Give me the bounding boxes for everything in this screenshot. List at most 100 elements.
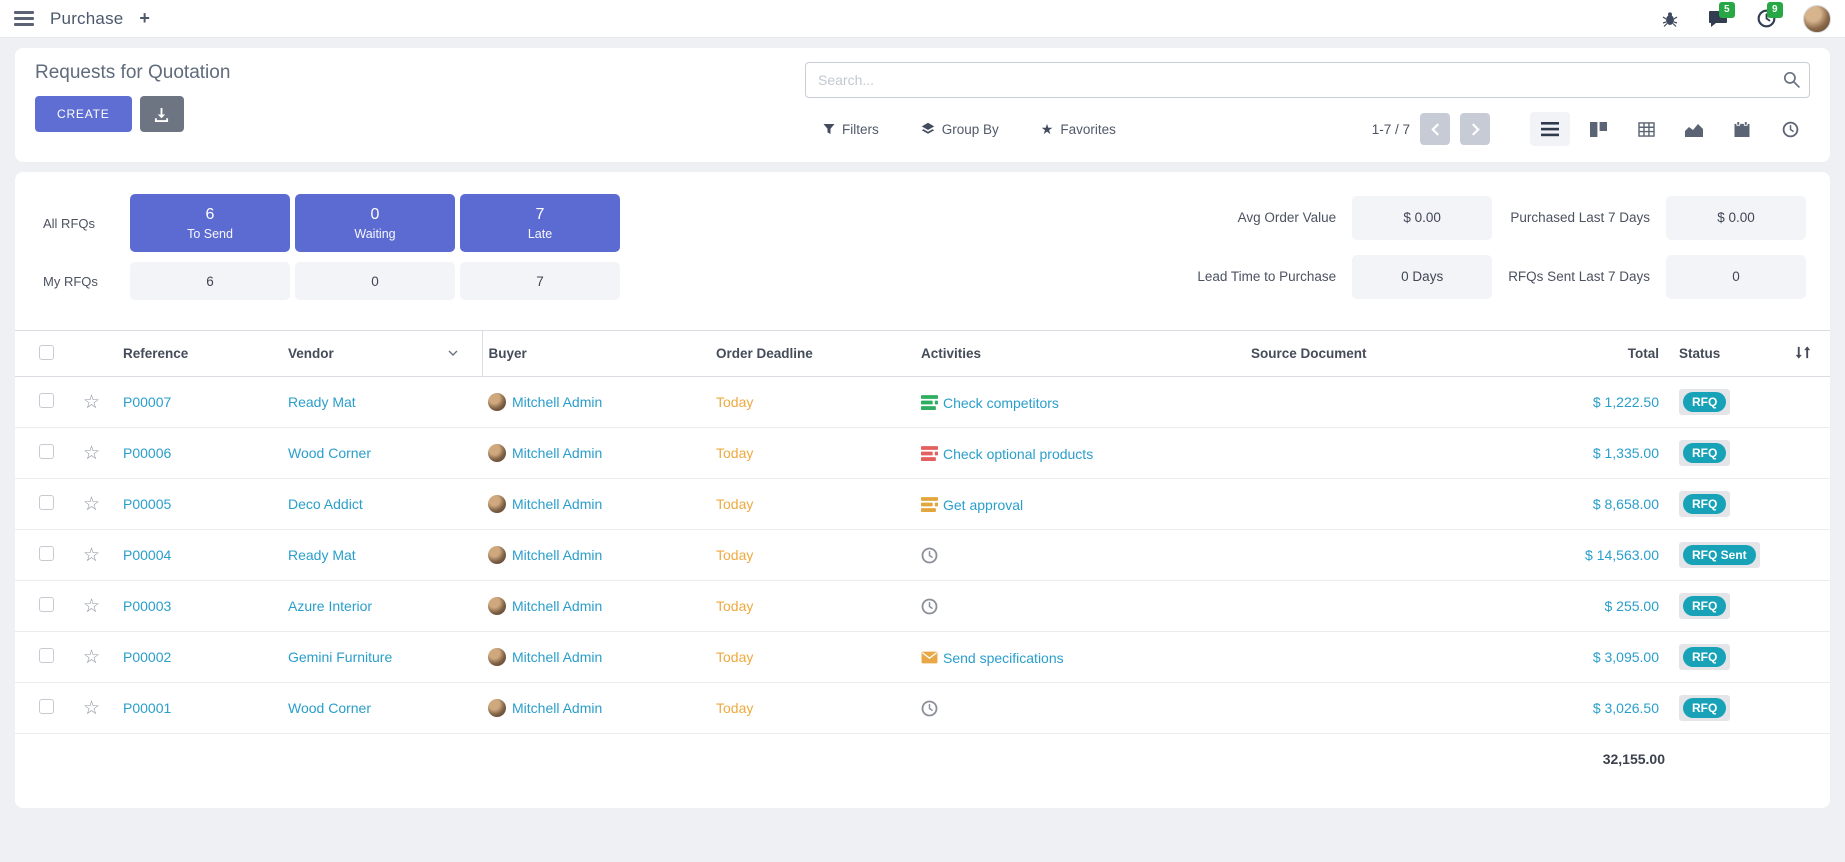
stat-waiting[interactable]: 0 Waiting <box>295 194 455 252</box>
buyer-avatar <box>488 648 506 666</box>
row-reference[interactable]: P00004 <box>123 547 171 563</box>
table-row[interactable]: ☆ P00006 Wood Corner Mitchell Admin Today Che… <box>15 428 1830 479</box>
envelope-icon[interactable] <box>921 649 938 666</box>
stat-my-waiting[interactable]: 0 <box>295 262 455 300</box>
header-status[interactable]: Status <box>1665 331 1770 377</box>
favorite-star-icon[interactable]: ☆ <box>83 647 100 668</box>
apps-menu-icon[interactable] <box>14 11 34 26</box>
row-buyer[interactable]: Mitchell Admin <box>512 394 602 410</box>
stat-my-to-send[interactable]: 6 <box>130 262 290 300</box>
clock-icon[interactable] <box>921 598 938 615</box>
table-row[interactable]: ☆P00004Ready MatMitchell AdminToday$ 14,… <box>15 530 1830 581</box>
pager-previous-button[interactable] <box>1420 113 1450 145</box>
row-checkbox[interactable] <box>39 444 54 459</box>
row-reference[interactable]: P00001 <box>123 700 171 716</box>
export-button[interactable] <box>140 96 184 132</box>
new-tab-button[interactable]: + <box>139 8 150 29</box>
favorite-star-icon[interactable]: ☆ <box>83 443 100 464</box>
row-checkbox[interactable] <box>39 393 54 408</box>
graph-view-icon[interactable] <box>1674 112 1714 146</box>
row-vendor[interactable]: Gemini Furniture <box>288 649 392 665</box>
row-buyer[interactable]: Mitchell Admin <box>512 649 602 665</box>
filters-button[interactable]: Filters <box>823 122 879 137</box>
header-buyer[interactable]: Buyer <box>482 331 710 377</box>
app-name[interactable]: Purchase <box>50 9 123 29</box>
view-switcher <box>1530 112 1810 146</box>
activities-clock-icon[interactable]: 9 <box>1755 8 1777 30</box>
row-vendor[interactable]: Wood Corner <box>288 445 371 461</box>
row-buyer[interactable]: Mitchell Admin <box>512 496 602 512</box>
activity-label[interactable]: Check competitors <box>943 395 1059 411</box>
row-checkbox[interactable] <box>39 648 54 663</box>
search-icon[interactable] <box>1783 71 1800 93</box>
status-badge: RFQ <box>1679 644 1730 670</box>
table-row[interactable]: ☆P00001Wood CornerMitchell AdminToday$ 3… <box>15 683 1830 734</box>
row-buyer[interactable]: Mitchell Admin <box>512 700 602 716</box>
user-avatar[interactable] <box>1803 5 1831 33</box>
stat-late[interactable]: 7 Late <box>460 194 620 252</box>
table-row[interactable]: ☆ P00005 Deco Addict Mitchell Admin Today Get… <box>15 479 1830 530</box>
header-vendor[interactable]: Vendor <box>282 331 482 377</box>
row-checkbox[interactable] <box>39 597 54 612</box>
kanban-view-icon[interactable] <box>1578 112 1618 146</box>
status-badge: RFQ <box>1679 491 1730 517</box>
calendar-view-icon[interactable] <box>1722 112 1762 146</box>
favorite-star-icon[interactable]: ☆ <box>83 494 100 515</box>
create-button[interactable]: CREATE <box>35 96 132 132</box>
row-checkbox[interactable] <box>39 495 54 510</box>
messages-icon[interactable]: 5 <box>1707 8 1729 30</box>
row-vendor[interactable]: Azure Interior <box>288 598 372 614</box>
tasks-icon[interactable] <box>921 394 938 411</box>
pivot-view-icon[interactable] <box>1626 112 1666 146</box>
row-buyer[interactable]: Mitchell Admin <box>512 445 602 461</box>
activity-label[interactable]: Get approval <box>943 497 1023 513</box>
row-deadline: Today <box>716 547 753 563</box>
tasks-icon[interactable] <box>921 496 938 513</box>
row-vendor[interactable]: Wood Corner <box>288 700 371 716</box>
row-reference[interactable]: P00005 <box>123 496 171 512</box>
favorite-star-icon[interactable]: ☆ <box>83 596 100 617</box>
row-reference[interactable]: P00003 <box>123 598 171 614</box>
stat-my-late[interactable]: 7 <box>460 262 620 300</box>
adjust-columns-icon[interactable] <box>1795 348 1810 363</box>
debug-icon[interactable] <box>1659 8 1681 30</box>
header-activities[interactable]: Activities <box>915 331 1245 377</box>
row-buyer[interactable]: Mitchell Admin <box>512 598 602 614</box>
activity-label[interactable]: Check optional products <box>943 446 1093 462</box>
tasks-icon[interactable] <box>921 445 938 462</box>
stat-to-send[interactable]: 6 To Send <box>130 194 290 252</box>
favorites-button[interactable]: ★ Favorites <box>1041 122 1116 137</box>
clock-icon[interactable] <box>921 700 938 717</box>
row-vendor[interactable]: Deco Addict <box>288 496 363 512</box>
row-reference[interactable]: P00006 <box>123 445 171 461</box>
search-input[interactable] <box>805 62 1810 98</box>
row-vendor[interactable]: Ready Mat <box>288 394 356 410</box>
favorite-star-icon[interactable]: ☆ <box>83 698 100 719</box>
list-view-icon[interactable] <box>1530 112 1570 146</box>
row-vendor[interactable]: Ready Mat <box>288 547 356 563</box>
row-buyer[interactable]: Mitchell Admin <box>512 547 602 563</box>
row-reference[interactable]: P00002 <box>123 649 171 665</box>
header-total[interactable]: Total <box>1535 331 1665 377</box>
favorite-star-icon[interactable]: ☆ <box>83 392 100 413</box>
row-checkbox[interactable] <box>39 699 54 714</box>
activity-view-icon[interactable] <box>1770 112 1810 146</box>
group-by-button[interactable]: Group By <box>921 122 999 137</box>
header-source-document[interactable]: Source Document <box>1245 331 1535 377</box>
activity-label[interactable]: Send specifications <box>943 650 1064 666</box>
favorite-star-icon[interactable]: ☆ <box>83 545 100 566</box>
row-deadline: Today <box>716 496 753 512</box>
row-checkbox[interactable] <box>39 546 54 561</box>
table-row[interactable]: ☆P00007Ready MatMitchell AdminTodayCheck… <box>15 377 1830 428</box>
pager-next-button[interactable] <box>1460 113 1490 145</box>
clock-icon[interactable] <box>921 547 938 564</box>
row-deadline: Today <box>716 445 753 461</box>
select-all-checkbox[interactable] <box>39 345 54 360</box>
row-reference[interactable]: P00007 <box>123 394 171 410</box>
header-reference[interactable]: Reference <box>117 331 282 377</box>
table-row[interactable]: ☆P00003Azure InteriorMitchell AdminToday… <box>15 581 1830 632</box>
table-footer-row: 32,155.00 <box>15 734 1830 784</box>
header-order-deadline[interactable]: Order Deadline <box>710 331 915 377</box>
table-row[interactable]: ☆P00002Gemini FurnitureMitchell AdminTod… <box>15 632 1830 683</box>
buyer-avatar <box>488 393 506 411</box>
